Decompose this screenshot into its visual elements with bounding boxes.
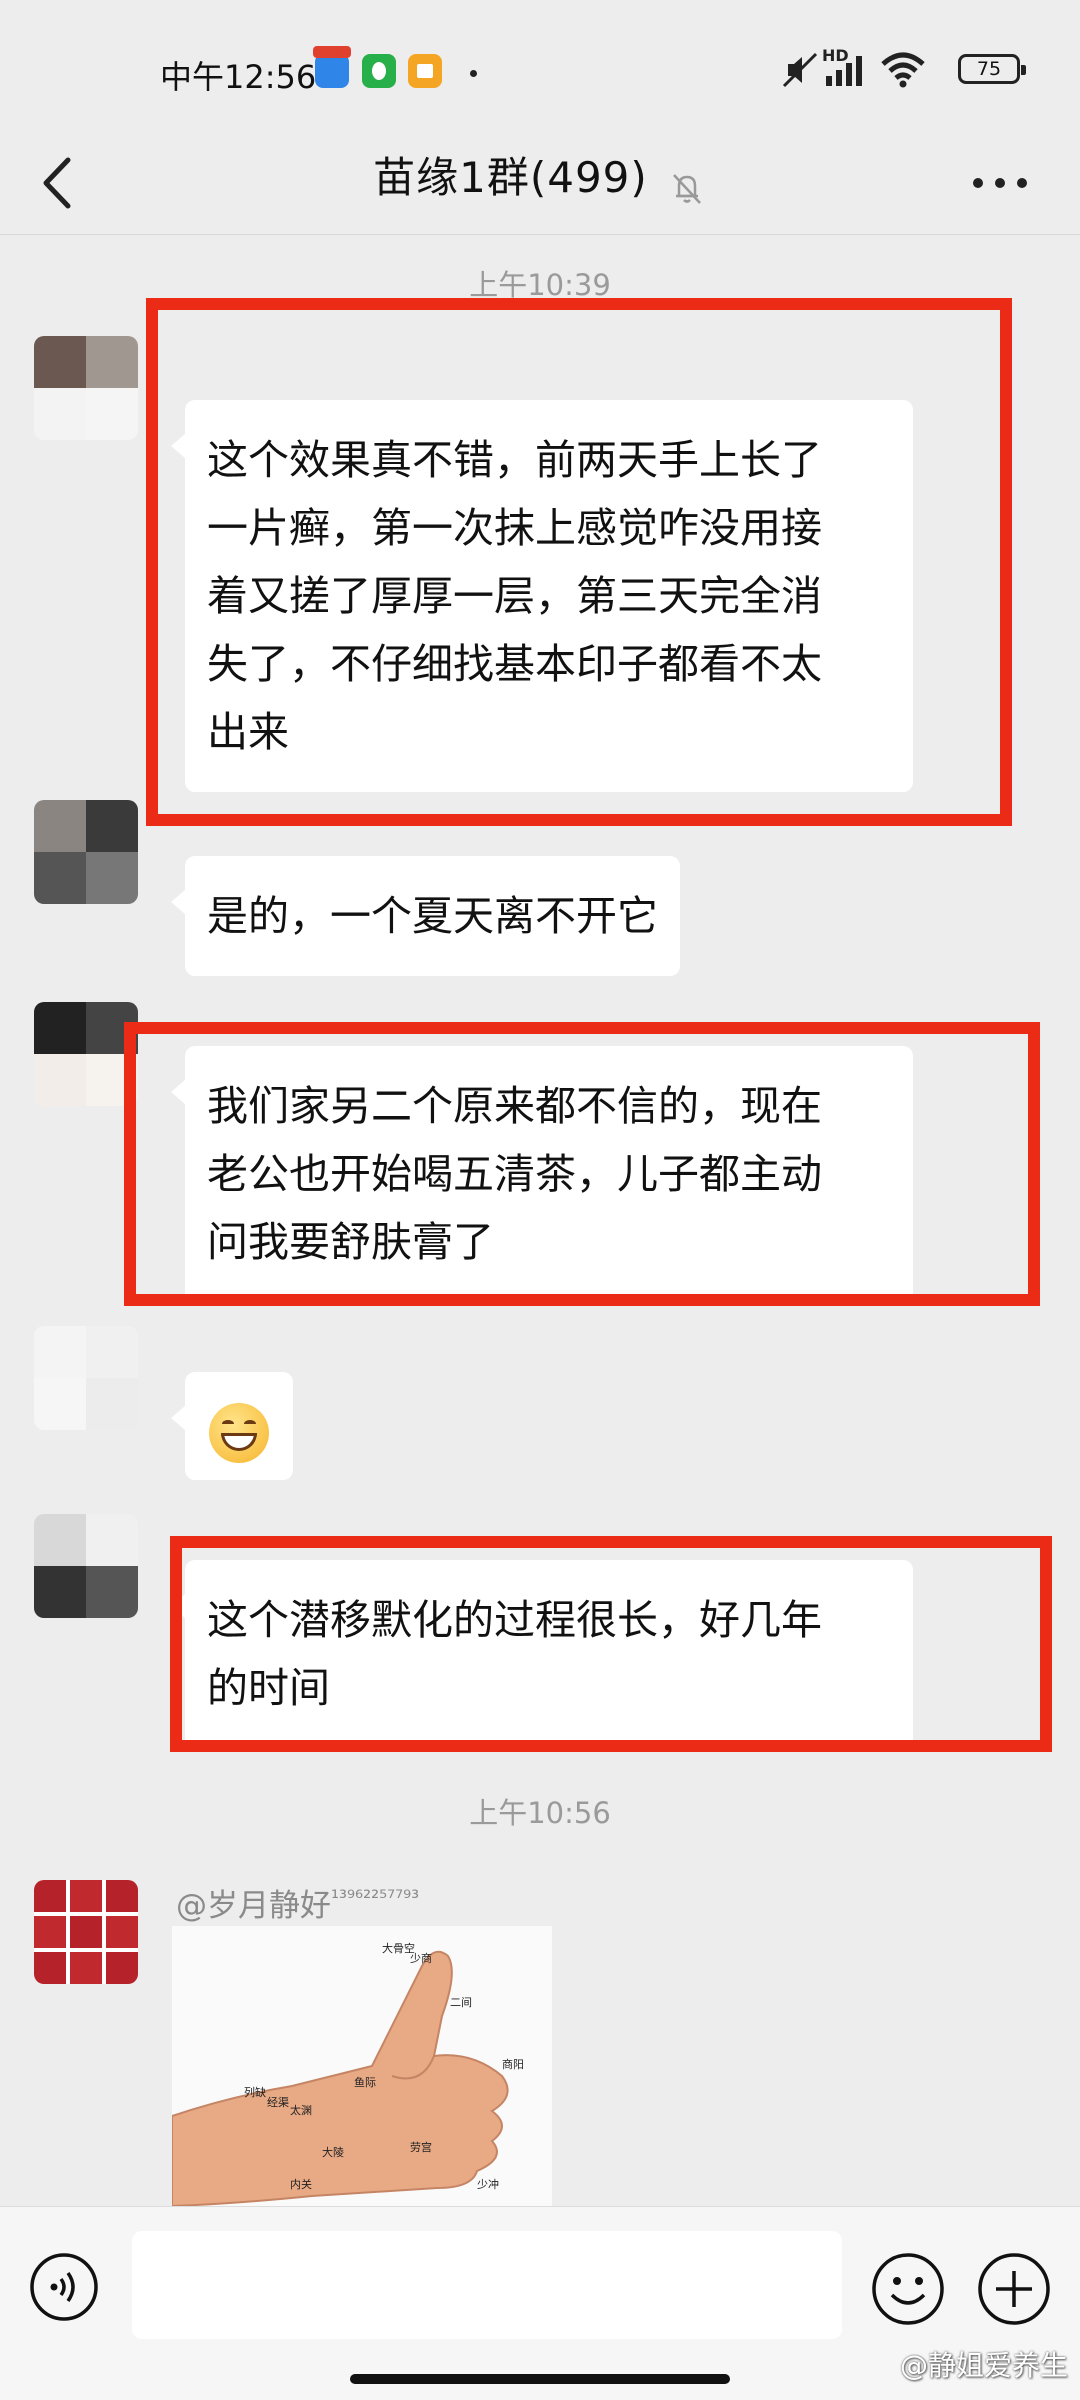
sender-name: @岁月静好¹³⁹⁶²²⁵⁷⁷⁹³ [176, 1885, 420, 1924]
cellular-signal-icon [826, 56, 862, 86]
home-indicator[interactable] [350, 2374, 730, 2384]
svg-text:经渠: 经渠 [267, 2096, 289, 2109]
more-options-icon[interactable] [960, 158, 1040, 208]
sender-avatar[interactable] [34, 1326, 138, 1430]
svg-text:大陵: 大陵 [322, 2145, 344, 2159]
svg-text:太渊: 太渊 [290, 2104, 312, 2117]
add-attachment-icon[interactable] [976, 2251, 1052, 2327]
header-divider [0, 234, 1080, 235]
group-chat-title: 苗缘1群(499) [373, 153, 648, 202]
more-notifications-dot [470, 70, 477, 77]
chat-header: 苗缘1群(499) [0, 130, 1080, 240]
security-app-notification-icon [362, 54, 396, 88]
message-text-input[interactable] [132, 2231, 842, 2339]
svg-text:劳宫: 劳宫 [410, 2140, 432, 2154]
hand-acupoint-illustration: 少商 二间 商阳 太渊 列缺 经渠 劳宫 鱼际 大陵 内关 少冲 大骨空 [172, 1926, 552, 2206]
red-highlight-box [124, 1022, 1040, 1306]
message-line: 是的，一个夏天离不开它 [207, 892, 658, 940]
svg-text:商阳: 商阳 [502, 2057, 524, 2071]
image-message[interactable]: 少商 二间 商阳 太渊 列缺 经渠 劳宫 鱼际 大陵 内关 少冲 大骨空 [172, 1926, 552, 2206]
weibo-watermark: @静姐爱养生 [899, 2349, 1068, 2382]
sender-avatar[interactable] [34, 1514, 138, 1618]
timestamp-label: 上午10:56 [469, 1796, 611, 1830]
muted-bell-icon [672, 173, 701, 204]
red-highlight-box [146, 298, 1012, 826]
svg-text:内关: 内关 [290, 2177, 312, 2191]
svg-text:列缺: 列缺 [244, 2085, 266, 2099]
emoji-picker-icon[interactable] [870, 2251, 946, 2327]
svg-text:少冲: 少冲 [477, 2177, 499, 2191]
battery-indicator: 75 [958, 54, 1026, 84]
red-highlight-box [170, 1536, 1052, 1752]
status-bar: 中午12:56 HD 75 [0, 0, 1080, 140]
sender-avatar[interactable] [34, 336, 138, 440]
note-app-notification-icon [408, 54, 442, 88]
svg-text:鱼际: 鱼际 [354, 2075, 376, 2089]
grinning-face-emoji-icon [209, 1403, 269, 1463]
emoji-message-bubble[interactable] [171, 1372, 293, 1480]
sender-avatar[interactable] [34, 800, 138, 904]
mute-vibrate-icon [782, 52, 818, 88]
red-grid-avatar-icon [34, 1880, 138, 1984]
sender-avatar[interactable] [34, 1002, 138, 1106]
svg-text:大骨空: 大骨空 [382, 1941, 415, 1955]
alipay-notification-icon [313, 46, 351, 88]
svg-text:二间: 二间 [450, 1996, 472, 2009]
sender-avatar[interactable] [34, 1880, 138, 1984]
status-time: 中午12:56 [160, 58, 317, 96]
voice-input-icon[interactable] [28, 2251, 100, 2323]
message-bubble[interactable]: 是的，一个夏天离不开它 [171, 856, 680, 976]
wifi-icon [881, 52, 925, 88]
